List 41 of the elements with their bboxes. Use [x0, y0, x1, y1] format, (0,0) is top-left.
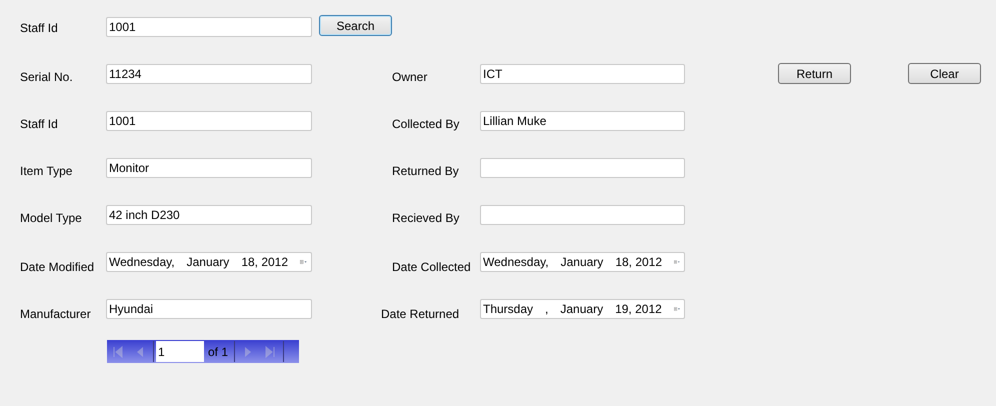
text-field[interactable]: 42 inch D230 — [106, 205, 312, 225]
clear-button[interactable]: Clear — [908, 63, 981, 84]
date-text: , — [545, 302, 548, 316]
return-button[interactable]: Return — [778, 63, 851, 84]
field-label: Returned By — [392, 163, 460, 178]
date-picker[interactable]: Wednesday, January 18, 2012 — [480, 252, 685, 272]
text-field[interactable] — [480, 158, 685, 178]
date-picker[interactable]: Thursday , January 19, 2012 — [480, 299, 685, 319]
date-text: Thursday — [483, 302, 534, 316]
date-text: 19, 2012 — [615, 302, 662, 316]
text-field[interactable] — [480, 205, 685, 225]
date-text: January — [560, 255, 604, 269]
text-field[interactable]: Lillian Muke — [480, 111, 685, 131]
date-text: 18, 2012 — [615, 255, 662, 269]
field-label: Model Type — [20, 210, 83, 225]
date-text: 18, 2012 — [241, 255, 288, 269]
text-field[interactable]: Hyundai — [106, 299, 312, 319]
text-field[interactable]: 1001 — [106, 111, 312, 131]
field-label: Staff Id — [20, 116, 59, 131]
field-label: Collected By — [392, 116, 460, 131]
field-label: Manufacturer — [20, 306, 92, 321]
date-text: January — [186, 255, 230, 269]
date-text: Wednesday, — [483, 255, 549, 269]
position-field[interactable]: 1 — [156, 341, 204, 362]
search-button[interactable]: Search — [319, 15, 392, 36]
record-count: of 1 — [207, 344, 230, 358]
field-label: Staff Id — [20, 20, 59, 35]
field-label: Date Collected — [392, 259, 472, 274]
text-field[interactable]: ICT — [480, 64, 685, 84]
text-field[interactable]: 1001 — [106, 17, 312, 37]
field-label: Recieved By — [392, 210, 460, 225]
date-text: Wednesday, — [109, 255, 175, 269]
date-picker[interactable]: Wednesday, January 18, 2012 — [106, 252, 312, 272]
date-text: January — [560, 302, 604, 316]
field-label: Item Type — [20, 163, 74, 178]
text-field[interactable]: Monitor — [106, 158, 312, 178]
field-label: Date Returned — [381, 306, 460, 321]
field-label: Serial No. — [20, 69, 74, 84]
field-label: Owner — [392, 69, 428, 84]
text-field[interactable]: 11234 — [106, 64, 312, 84]
field-label: Date Modified — [20, 259, 96, 274]
